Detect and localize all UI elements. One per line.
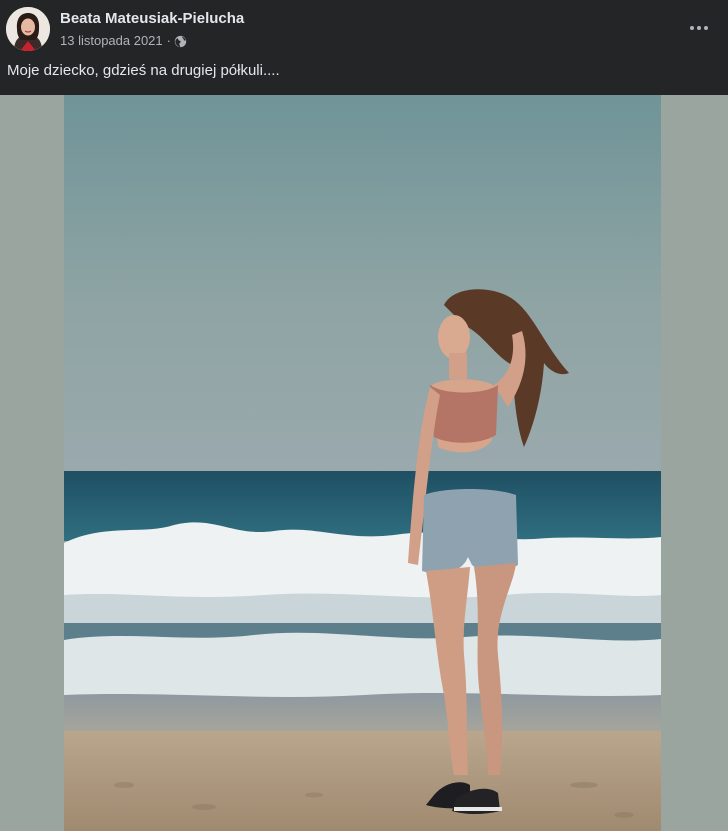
post-text: Moje dziecko, gdzieś na drugiej półkuli.… (7, 62, 280, 79)
meta-separator: · (166, 33, 171, 48)
post-meta: 13 listopada 2021 · (60, 33, 187, 48)
photo-container (0, 95, 728, 831)
more-options-icon (690, 26, 694, 30)
post-header: Beata Mateusiak-Pielucha 13 listopada 20… (0, 0, 728, 95)
avatar-image (6, 7, 50, 51)
post-date[interactable]: 13 listopada 2021 (60, 33, 163, 48)
post-photo[interactable] (64, 95, 661, 831)
author-name[interactable]: Beata Mateusiak-Pielucha (60, 10, 244, 27)
globe-icon (174, 35, 187, 47)
author-avatar[interactable] (6, 7, 50, 51)
more-options-button[interactable] (683, 12, 715, 44)
